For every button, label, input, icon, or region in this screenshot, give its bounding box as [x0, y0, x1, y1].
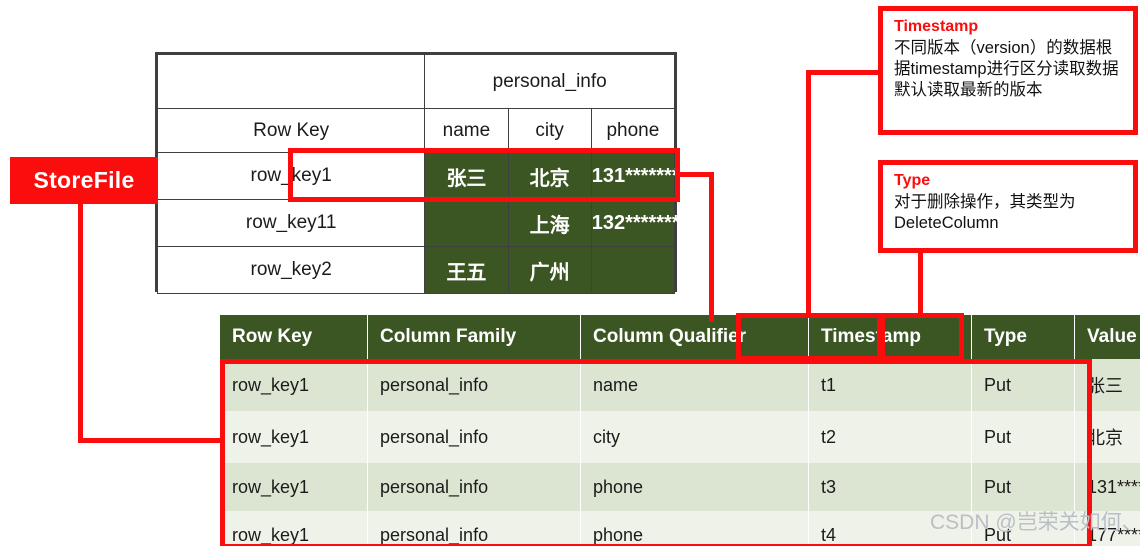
note-timestamp-body: 不同版本（version）的数据根据timestamp进行区分读取数据默认读取最…: [894, 39, 1119, 99]
cell-phone: 131********: [590, 152, 687, 200]
table-row: row_key11 上海 132********: [156, 199, 687, 247]
header-value: Value: [1074, 315, 1140, 359]
cell-name: 张三: [424, 152, 509, 200]
connector-storefile-horizontal: [78, 438, 223, 443]
header-column-family: Column Family: [367, 315, 581, 359]
cell-phone: 132********: [590, 199, 687, 247]
table-row: row_key1 personal_info city t2 Put 北京: [220, 411, 1140, 463]
cell-row-key: row_key1: [220, 411, 368, 463]
cell-column-qualifier: phone: [580, 463, 809, 511]
cell-timestamp: t4: [808, 511, 972, 546]
header-column-qualifier: Column Qualifier: [580, 315, 809, 359]
connector-type-vertical: [918, 250, 923, 316]
header-row-key: Row Key: [156, 108, 426, 153]
cell-type: Put: [971, 511, 1075, 546]
connector-timestamp-vertical: [806, 97, 811, 315]
cell-phone: [590, 246, 676, 294]
header-city: city: [507, 108, 592, 153]
cell-row-key: row_key1: [220, 463, 368, 511]
cell-column-qualifier: name: [580, 359, 809, 411]
cell-row-key: row_key11: [156, 199, 426, 247]
table-row: row_key1 personal_info phone t4 Put 177*…: [220, 511, 1140, 546]
logical-view-table: personal_info Row Key name city phone ro…: [155, 52, 687, 294]
connector-storefile-vertical: [78, 203, 83, 443]
cell-value: 177*******: [1074, 511, 1140, 546]
cell-column-qualifier: phone: [580, 511, 809, 546]
cell-name: 王五: [424, 246, 509, 294]
cell-type: Put: [971, 411, 1075, 463]
cell-column-family: personal_info: [367, 411, 581, 463]
cell-row-key: row_key1: [156, 152, 426, 200]
cell-timestamp: t2: [808, 411, 972, 463]
cell-column-qualifier: city: [580, 411, 809, 463]
cell-row-key: row_key2: [156, 246, 426, 294]
table-header-row: Row Key Column Family Column Qualifier T…: [220, 315, 1140, 359]
diagram-canvas: personal_info Row Key name city phone ro…: [0, 0, 1140, 546]
connector-timestamp-horizontal: [806, 70, 878, 75]
column-family-header: personal_info: [424, 54, 675, 109]
note-timestamp: Timestamp 不同版本（version）的数据根据timestamp进行区…: [878, 6, 1138, 135]
empty-corner-cell: [156, 54, 426, 109]
cell-column-family: personal_info: [367, 359, 581, 411]
table-row: row_key1 personal_info name t1 Put 张三: [220, 359, 1140, 411]
table-row: row_key1 张三 北京 131********: [156, 152, 687, 200]
storefile-table: Row Key Column Family Column Qualifier T…: [220, 315, 1140, 546]
cell-timestamp: t3: [808, 463, 972, 511]
cell-timestamp: t1: [808, 359, 972, 411]
header-name: name: [424, 108, 509, 153]
note-timestamp-title: Timestamp: [894, 18, 979, 35]
cell-value: 北京: [1074, 411, 1140, 463]
table-row: Row Key name city phone: [156, 108, 676, 153]
cell-type: Put: [971, 359, 1075, 411]
cell-column-family: personal_info: [367, 463, 581, 511]
storefile-label: StoreFile: [10, 157, 158, 204]
table-row: row_key1 personal_info phone t3 Put 131*…: [220, 463, 1140, 511]
cell-city: 广州: [507, 246, 592, 294]
cell-name: [424, 199, 509, 247]
note-type: Type 对于删除操作，其类型为 DeleteColumn: [878, 160, 1138, 253]
table-row: row_key2 王五 广州: [156, 246, 676, 294]
cell-city: 北京: [507, 152, 592, 200]
note-type-title: Type: [894, 172, 931, 189]
note-type-body: 对于删除操作，其类型为 DeleteColumn: [894, 193, 1076, 232]
cell-row-key: row_key1: [220, 511, 368, 546]
cell-type: Put: [971, 463, 1075, 511]
cell-row-key: row_key1: [220, 359, 368, 411]
header-row-key: Row Key: [220, 315, 368, 359]
table-row: personal_info: [156, 54, 675, 109]
header-type: Type: [971, 315, 1075, 359]
connector-row1-vertical: [709, 172, 714, 322]
cell-value: 张三: [1074, 359, 1140, 411]
header-phone: phone: [590, 108, 676, 153]
header-timestamp: Timestamp: [808, 315, 972, 359]
cell-city: 上海: [507, 199, 592, 247]
cell-value: 131*******: [1074, 463, 1140, 511]
cell-column-family: personal_info: [367, 511, 581, 546]
